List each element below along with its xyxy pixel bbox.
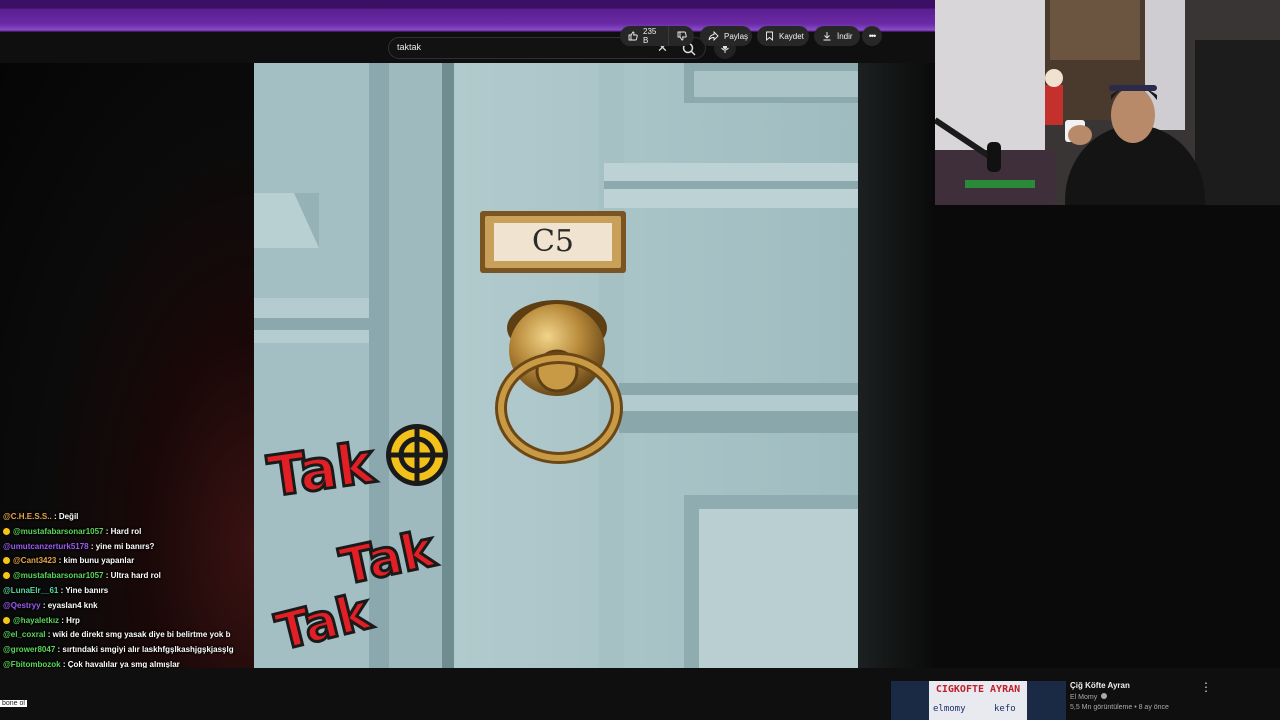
share-button[interactable]: Paylaş [700,26,752,46]
chat-username[interactable]: @Qestryy [3,601,41,610]
thumb-bottom-left: elmomy [933,704,966,714]
chat-text: : Ultra hard rol [105,571,161,581]
save-button[interactable]: Kaydet [757,26,809,46]
like-button[interactable]: 235 B [620,26,668,46]
member-badge-icon [3,572,10,580]
share-icon [708,31,719,41]
chat-message: @LunaElr__61 : Yine banırs [0,584,260,599]
video-side-background [858,63,935,668]
download-label: İndir [837,31,853,41]
video-player[interactable]: C5 Tak Tak Tak [254,63,858,668]
chat-username[interactable]: @el_coxral [3,630,46,639]
chat-message: @el_coxral : wiki de direkt smg yasak di… [0,628,260,643]
chat-message: @C.H.E.S.S.. : Değil [0,510,260,525]
chat-message: @mustafabarsonar1057 : Ultra hard rol [0,569,260,584]
chat-username[interactable]: @mustafabarsonar1057 [13,527,104,536]
chat-message: @Cant3423 : kim bunu yapanlar [0,554,260,569]
thumbs-up-icon [628,31,638,41]
save-label: Kaydet [779,31,804,41]
chat-text: : Hard rol [105,526,142,536]
more-horiz-icon: ••• [868,31,877,41]
chat-username[interactable]: @hayaletkız [13,616,59,625]
channel-name: El Momy [1070,694,1098,701]
chat-username[interactable]: @umutcanzerturk5178 [3,542,89,551]
download-button[interactable]: İndir [814,26,860,46]
search-input[interactable]: taktak [397,42,421,52]
chat-text: : wiki de direkt smg yasak diye bi belir… [47,630,231,640]
chat-username[interactable]: @Cant3423 [13,556,56,565]
dislike-button[interactable] [668,26,694,46]
chat-username[interactable]: @LunaElr__61 [3,586,58,595]
chat-message: @umutcanzerturk5178 : yine mi banırs? [0,540,260,555]
share-label: Paylaş [724,31,749,41]
bone-label: bone ol [0,700,27,707]
related-video-thumbnail[interactable]: CIGKOFTE AYRAN elmomy kefo [891,681,1066,720]
like-count: 235 B [643,27,657,45]
related-video-meta: 5,5 Mn görüntüleme • 8 ay önce [1070,704,1169,711]
chat-username[interactable]: @mustafabarsonar1057 [13,571,104,580]
bookmark-icon [766,31,773,41]
member-badge-icon [3,616,10,624]
member-badge-icon [3,527,10,535]
door-plate-label: C5 [531,224,575,259]
chat-text: : kim bunu yapanlar [58,556,135,566]
member-badge-icon [3,557,10,565]
chat-text: : Hrp [61,615,80,625]
thumbs-down-icon [677,31,687,41]
thumb-top-text: CIGKOFTE AYRAN [935,684,1021,695]
thumb-bottom-right: kefo [994,704,1016,714]
chat-text: : sırtındaki smgiyi alır laskhfgşlkashjg… [57,645,234,655]
chat-text: : Değil [53,512,79,521]
chat-message: @grower8047 : sırtındaki smgiyi alır las… [0,643,260,658]
related-video-channel[interactable]: El Momy [1070,693,1108,701]
webcam-feed [935,0,1280,205]
chat-text: : yine mi banırs? [90,541,155,551]
related-video-title[interactable]: Çiğ Köfte Ayran [1070,681,1130,690]
right-panel [935,205,1280,668]
more-actions-button[interactable]: ••• [862,26,882,46]
streamer-camera [935,0,1280,205]
chat-message: @mustafabarsonar1057 : Hard rol [0,525,260,540]
chat-message: @hayaletkız : Hrp [0,614,260,629]
verified-icon [1101,693,1108,699]
chat-username[interactable]: @C.H.E.S.S.. [3,512,52,521]
related-more-icon[interactable]: ⋮ [1200,680,1212,694]
chat-text: : eyaslan4 knk [42,600,98,610]
download-icon [823,32,831,41]
chat-message: @Qestryy : eyaslan4 knk [0,599,260,614]
chat-text: : Yine banırs [60,585,109,595]
chat-username[interactable]: @grower8047 [3,645,55,654]
